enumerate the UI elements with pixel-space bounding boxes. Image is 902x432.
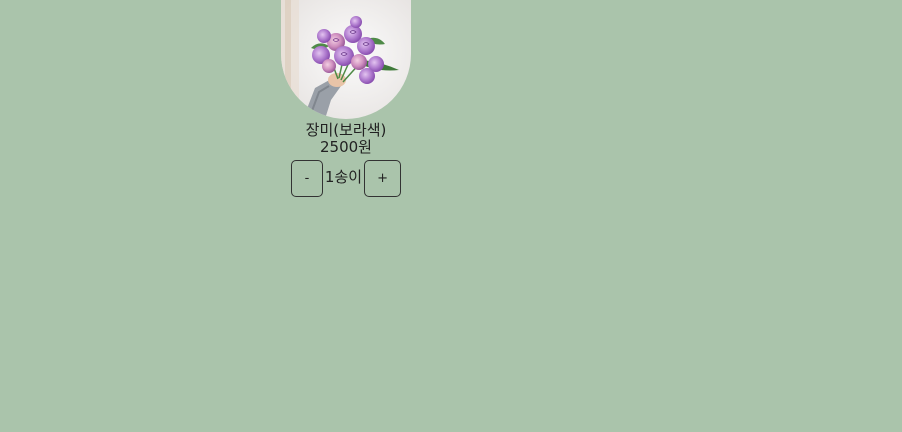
product-name: 장미(보라색) bbox=[305, 121, 387, 139]
increase-quantity-button[interactable]: + bbox=[364, 160, 402, 197]
quantity-stepper: - 1송이 + bbox=[281, 160, 411, 197]
decrease-quantity-button[interactable]: - bbox=[290, 160, 323, 197]
quantity-value: 1송이 bbox=[324, 168, 363, 186]
product-price: 2500원 bbox=[320, 138, 372, 156]
product-card: 장미(보라색) 2500원 - 1송이 + bbox=[281, 0, 411, 197]
purple-rose-bouquet-photo bbox=[281, 0, 411, 119]
product-photo bbox=[281, 0, 411, 119]
